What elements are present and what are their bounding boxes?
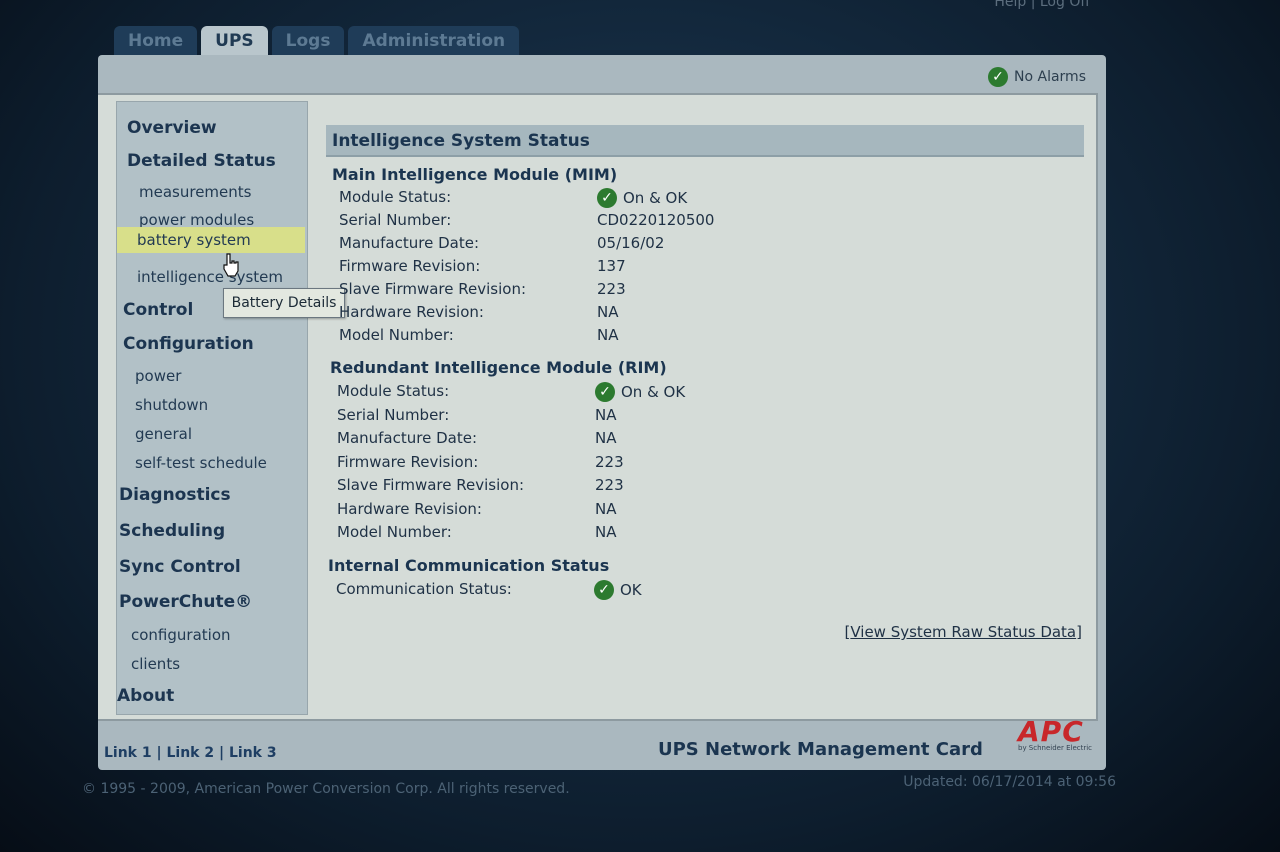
status-row-label: Manufacture Date: [337, 429, 477, 447]
status-row-value-text: On & OK [621, 383, 686, 401]
status-row-value-text: NA [597, 303, 619, 321]
sidebar-item-overview[interactable]: Overview [127, 118, 217, 138]
copyright: © 1995 - 2009, American Power Conversion… [82, 781, 570, 797]
hand-cursor-icon [223, 253, 239, 277]
status-row-label: Model Number: [337, 523, 452, 541]
status-row-label: Model Number: [339, 326, 454, 344]
status-row-label: Slave Firmware Revision: [339, 280, 527, 298]
help-logoff-links[interactable]: Help | Log Off [994, 0, 1090, 10]
alarm-status-label: No Alarms [1014, 69, 1086, 85]
ok-check-icon: ✓ [597, 188, 617, 208]
sidebar-item-scheduling[interactable]: Scheduling [119, 521, 225, 541]
sidebar-item-power[interactable]: power [135, 367, 181, 385]
sidebar-item-powerchute[interactable]: PowerChute® [119, 592, 252, 612]
apc-logo: APC by Schneider Electric [1018, 715, 1106, 759]
raw-status-link[interactable]: [View System Raw Status Data] [845, 623, 1083, 641]
status-row-label: Firmware Revision: [339, 257, 481, 275]
status-row-label: Communication Status: [336, 580, 512, 598]
ok-check-icon: ✓ [988, 67, 1009, 87]
status-row-label: Module Status: [339, 188, 452, 206]
status-row-value: ✓ On & OK [595, 382, 685, 402]
status-row-value-text: 223 [595, 452, 624, 471]
status-row-value-text: NA [597, 326, 619, 344]
sidebar-item-detailed-status[interactable]: Detailed Status [127, 151, 276, 171]
sidebar-item-measurements[interactable]: measurements [139, 183, 251, 201]
main-tabs: Home UPS Logs Administration [114, 26, 520, 56]
status-row-value: NA [595, 523, 616, 541]
status-row-value-text: 05/16/02 [597, 234, 665, 252]
footer-link-1[interactable]: Link 1 [104, 745, 152, 761]
status-row-value-text: NA [595, 523, 617, 541]
status-row-value: ✓ OK [594, 580, 642, 600]
status-row-value-text: NA [595, 429, 617, 447]
status-row-label: Manufacture Date: [339, 234, 479, 252]
rim-title: Redundant Intelligence Module (RIM) [330, 358, 667, 377]
status-row-value: NA [597, 326, 618, 344]
sidebar-item-intelligence-system[interactable]: intelligence system [137, 268, 283, 286]
sidebar-item-sync-control[interactable]: Sync Control [119, 557, 241, 577]
comm-title: Internal Communication Status [328, 556, 610, 575]
sidebar: Overview Detailed Status measurements po… [116, 101, 345, 715]
status-row-value: 223 [597, 280, 626, 298]
footer-link-3[interactable]: Link 3 [229, 745, 277, 761]
tab-logs[interactable]: Logs [271, 26, 345, 56]
status-row-label: Hardware Revision: [337, 499, 482, 518]
status-row-value: 223 [595, 453, 624, 471]
tab-administration[interactable]: Administration [348, 26, 520, 56]
status-row-label: Module Status: [337, 382, 450, 400]
sidebar-item-powerchute-configuration[interactable]: configuration [131, 626, 231, 644]
status-row-value: NA [595, 429, 616, 447]
status-row-value-text: On & OK [623, 189, 688, 207]
tab-home[interactable]: Home [114, 26, 198, 56]
status-row-value-text: NA [595, 499, 617, 518]
sidebar-item-control[interactable]: Control [123, 300, 193, 320]
status-row-value: NA [595, 500, 616, 518]
status-row-label: Serial Number: [339, 211, 452, 229]
status-row-value-text: 223 [597, 280, 626, 298]
raw-status-link-text[interactable]: View System Raw Status Data [850, 623, 1076, 641]
sidebar-item-battery-system[interactable]: battery system [117, 227, 305, 253]
status-row-label: Slave Firmware Revision: [337, 476, 525, 494]
status-row-value: NA [597, 303, 618, 321]
status-row-label: Serial Number: [337, 405, 450, 424]
status-content: Intelligence System Status Main Intellig… [326, 125, 1084, 641]
tab-ups[interactable]: UPS [201, 26, 268, 56]
footer-link-2[interactable]: Link 2 [167, 745, 215, 761]
card-title: UPS Network Management Card [658, 739, 983, 760]
ok-check-icon: ✓ [594, 580, 614, 600]
schneider-tagline: by Schneider Electric [1018, 744, 1093, 752]
status-row-value: 223 [595, 476, 624, 494]
page-title: Intelligence System Status [326, 125, 1084, 157]
sidebar-item-about[interactable]: About [117, 686, 174, 706]
status-row-value-text: CD0220120500 [597, 211, 715, 229]
status-row-value-text: OK [620, 581, 642, 599]
sidebar-item-self-test-schedule[interactable]: self-test schedule [135, 454, 267, 472]
status-row-value-text: NA [595, 405, 617, 424]
status-row-value: 05/16/02 [597, 234, 664, 252]
sidebar-item-clients[interactable]: clients [131, 655, 180, 673]
page-frame: ✓ No Alarms Overview Detailed Status mea… [98, 55, 1106, 770]
status-row-value: 137 [597, 257, 626, 275]
sidebar-item-general[interactable]: general [135, 425, 192, 443]
status-row-label: Firmware Revision: [337, 452, 479, 471]
status-row-label: Hardware Revision: [339, 303, 484, 321]
status-row-value-text: 137 [597, 257, 626, 275]
status-row-value-text: 223 [595, 476, 624, 494]
ok-check-icon: ✓ [595, 382, 615, 402]
footer-links: Link 1 | Link 2 | Link 3 [104, 745, 277, 761]
status-row-value: NA [595, 406, 616, 424]
sidebar-item-configuration[interactable]: Configuration [123, 334, 254, 354]
tooltip: Battery Details [223, 288, 345, 318]
sidebar-item-shutdown[interactable]: shutdown [135, 396, 208, 414]
status-row-value: CD0220120500 [597, 211, 714, 229]
inner-panel: Overview Detailed Status measurements po… [98, 93, 1098, 721]
sidebar-item-diagnostics[interactable]: Diagnostics [119, 485, 231, 505]
mim-title: Main Intelligence Module (MIM) [332, 165, 618, 184]
updated-timestamp: Updated: 06/17/2014 at 09:56 [903, 774, 1116, 790]
status-row-value: ✓ On & OK [597, 188, 687, 208]
alarm-status[interactable]: ✓ No Alarms [988, 67, 1086, 87]
